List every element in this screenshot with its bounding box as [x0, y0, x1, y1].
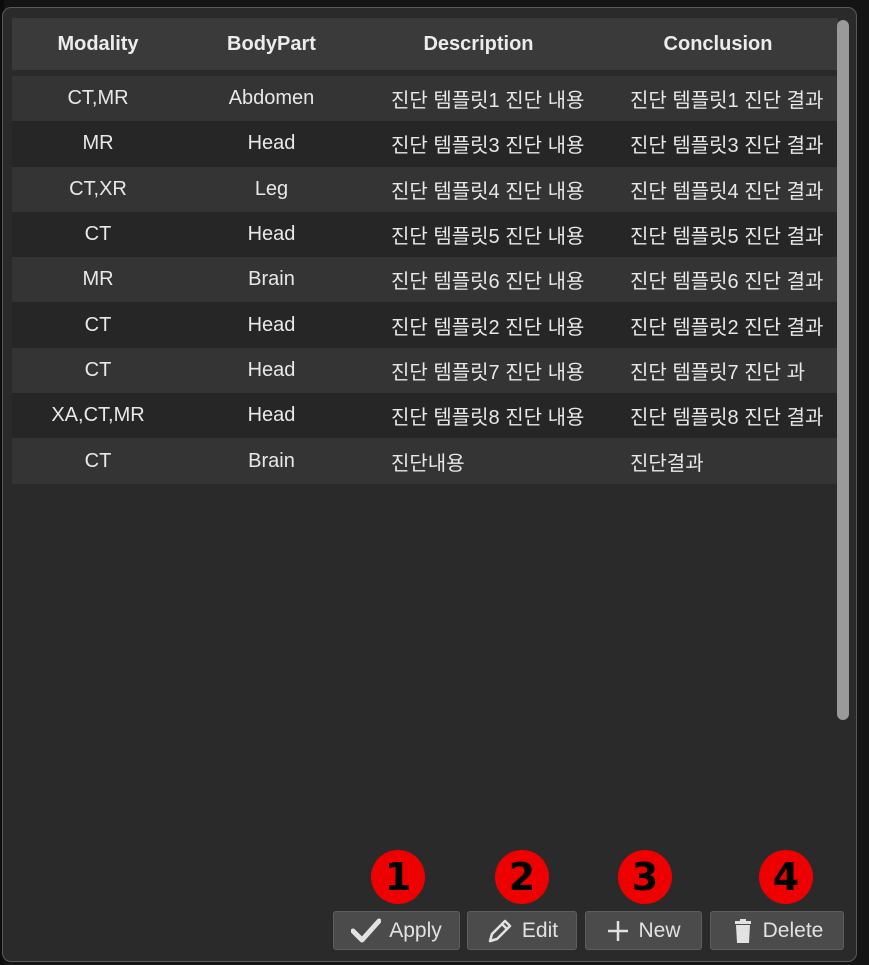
cell-conclusion: 진단 템플릿8 진단 결과	[630, 407, 824, 430]
table-row[interactable]: CT Head 진단 템플릿7 진단 내용 진단 템플릿7 진단 과	[12, 347, 838, 394]
marker-4: 4	[759, 850, 813, 904]
cell-conclusion: 진단 템플릿6 진단 결과	[630, 271, 824, 294]
cell-bodypart: Leg	[254, 177, 289, 200]
template-table: Modality BodyPart Description Conclusion…	[12, 18, 838, 484]
cell-description: 진단 템플릿6 진단 내용	[391, 271, 585, 294]
cell-modality: CT	[84, 358, 112, 381]
cell-description: 진단 템플릿7 진단 내용	[391, 361, 585, 384]
cell-bodypart: Head	[247, 358, 296, 381]
table-row[interactable]: CT Brain 진단내용 진단결과	[12, 438, 838, 484]
cell-modality: CT	[84, 449, 112, 472]
marker-2: 2	[495, 850, 549, 904]
cell-conclusion: 진단결과	[630, 452, 704, 475]
cell-bodypart: Head	[247, 223, 296, 246]
column-header-bodypart[interactable]: BodyPart	[184, 33, 359, 56]
cell-bodypart: Head	[247, 313, 296, 336]
edit-button[interactable]: Edit	[467, 911, 577, 950]
template-list-panel: Modality BodyPart Description Conclusion…	[2, 7, 857, 962]
cell-description: 진단 템플릿8 진단 내용	[391, 407, 585, 430]
cell-description: 진단 템플릿4 진단 내용	[391, 180, 585, 203]
cell-bodypart: Brain	[248, 268, 295, 291]
cell-bodypart: Brain	[248, 449, 295, 472]
table-row[interactable]: CT,MR Abdomen 진단 템플릿1 진단 내용 진단 템플릿1 진단 결과	[12, 76, 838, 122]
apply-button[interactable]: Apply	[333, 911, 460, 950]
column-header-conclusion[interactable]: Conclusion	[598, 33, 838, 56]
cell-conclusion: 진단 템플릿2 진단 결과	[630, 316, 824, 339]
cell-description: 진단 템플릿2 진단 내용	[391, 316, 585, 339]
table-row[interactable]: MR Head 진단 템플릿3 진단 내용 진단 템플릿3 진단 결과	[12, 121, 838, 167]
table-header: Modality BodyPart Description Conclusion	[12, 18, 838, 70]
cell-modality: MR	[82, 268, 114, 291]
cell-description: 진단 템플릿1 진단 내용	[391, 90, 585, 113]
cell-modality: CT	[84, 223, 112, 246]
column-header-description[interactable]: Description	[359, 33, 598, 56]
cell-conclusion: 진단 템플릿1 진단 결과	[630, 90, 824, 113]
cell-conclusion: 진단 템플릿3 진단 결과	[630, 135, 824, 158]
new-label: New	[638, 918, 681, 942]
table-row[interactable]: CT Head 진단 템플릿2 진단 내용 진단 템플릿2 진단 결과	[12, 302, 838, 348]
trash-icon	[731, 918, 755, 944]
delete-button[interactable]: Delete	[710, 911, 844, 950]
table-row[interactable]: XA,CT,MR Head 진단 템플릿8 진단 내용 진단 템플릿8 진단 결과	[12, 393, 838, 439]
marker-3: 3	[618, 850, 672, 904]
new-button[interactable]: New	[585, 911, 702, 950]
pencil-icon	[486, 917, 514, 945]
cell-description: 진단 템플릿3 진단 내용	[391, 135, 585, 158]
cell-modality: XA,CT,MR	[51, 404, 145, 427]
plus-icon	[606, 919, 630, 943]
check-icon	[351, 918, 382, 944]
cell-conclusion: 진단 템플릿5 진단 결과	[630, 226, 824, 249]
cell-modality: CT,XR	[69, 177, 127, 200]
edit-label: Edit	[521, 918, 559, 942]
cell-description: 진단내용	[391, 452, 465, 475]
cell-conclusion: 진단 템플릿7 진단 과	[630, 361, 805, 384]
table-body: CT,MR Abdomen 진단 템플릿1 진단 내용 진단 템플릿1 진단 결과 MR…	[12, 76, 838, 484]
apply-label: Apply	[389, 918, 442, 942]
delete-label: Delete	[762, 918, 824, 942]
column-header-modality[interactable]: Modality	[12, 33, 184, 56]
vertical-scrollbar[interactable]	[837, 20, 849, 720]
cell-modality: CT	[84, 313, 112, 336]
table-row[interactable]: CT Head 진단 템플릿5 진단 내용 진단 템플릿5 진단 결과	[12, 211, 838, 258]
cell-conclusion: 진단 템플릿4 진단 결과	[630, 180, 824, 203]
marker-1: 1	[371, 850, 425, 904]
cell-modality: CT,MR	[67, 87, 129, 110]
cell-bodypart: Head	[247, 404, 296, 427]
table-row[interactable]: CT,XR Leg 진단 템플릿4 진단 내용 진단 템플릿4 진단 결과	[12, 166, 838, 212]
cell-bodypart: Head	[247, 132, 296, 155]
table-row[interactable]: MR Brain 진단 템플릿6 진단 내용 진단 템플릿6 진단 결과	[12, 257, 838, 303]
cell-bodypart: Abdomen	[228, 87, 315, 110]
cell-modality: MR	[82, 132, 114, 155]
cell-description: 진단 템플릿5 진단 내용	[391, 226, 585, 249]
